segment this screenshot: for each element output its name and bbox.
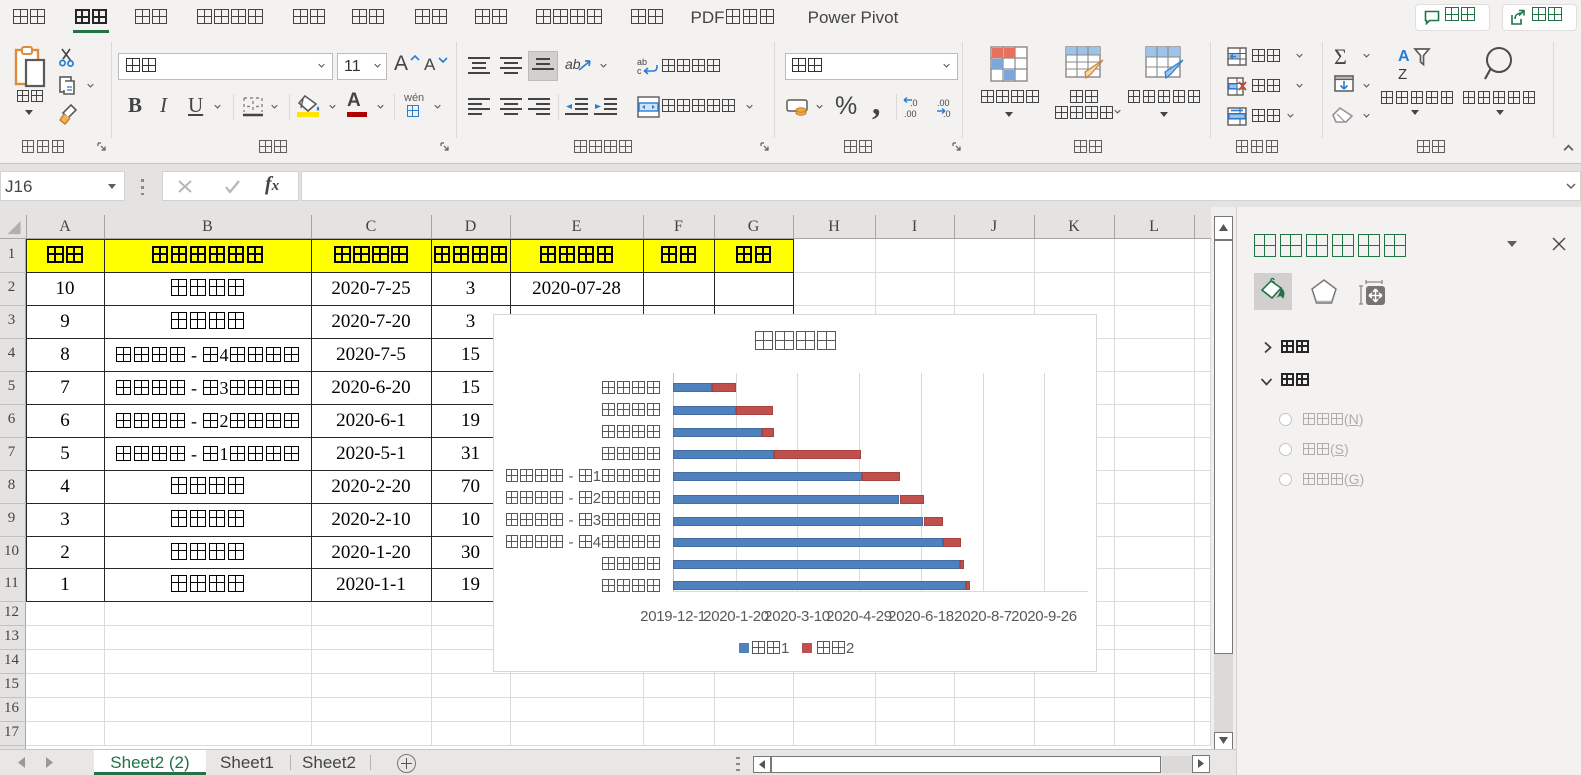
svg-text:.00: .00 <box>904 109 917 119</box>
svg-text:Z: Z <box>1398 66 1407 79</box>
svg-text:A: A <box>1398 48 1410 65</box>
svg-text:c: c <box>637 66 642 76</box>
svg-text:.00: .00 <box>937 98 950 108</box>
